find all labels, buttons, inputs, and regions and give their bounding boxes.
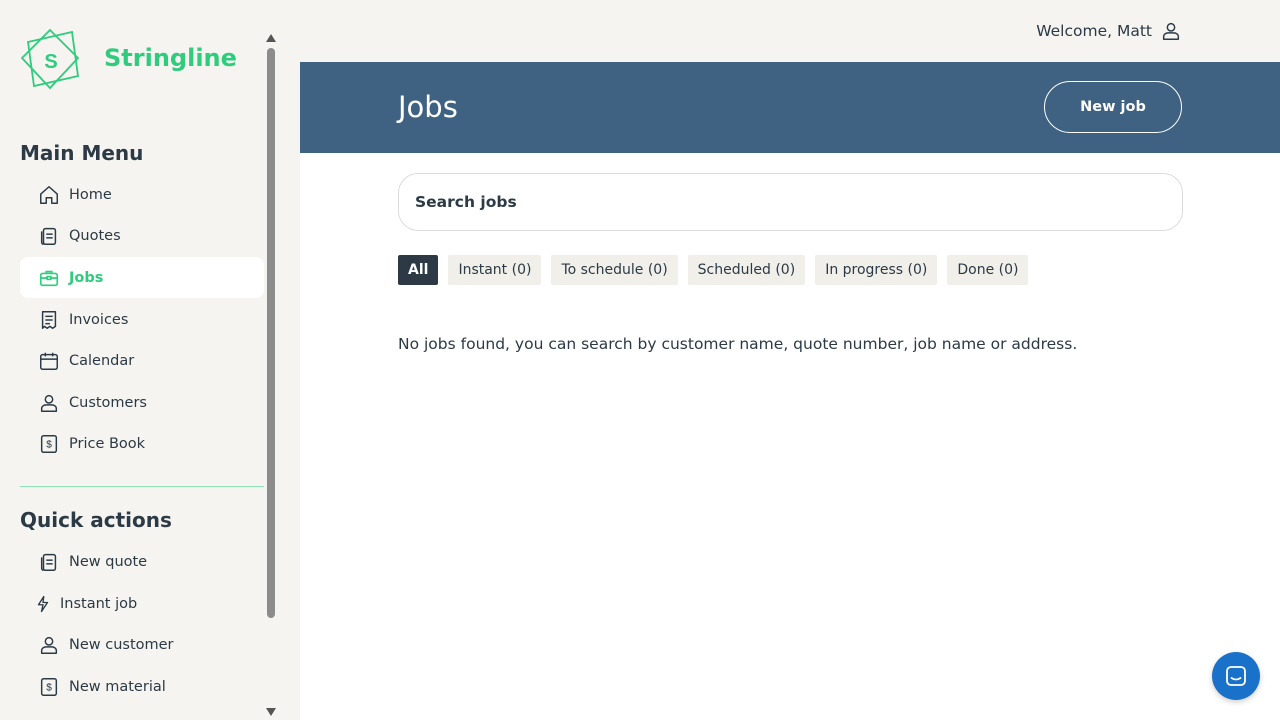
new-job-button[interactable]: New job bbox=[1044, 81, 1182, 133]
quotes-icon bbox=[38, 225, 60, 247]
sidebar-scrollbar[interactable] bbox=[265, 32, 277, 720]
tab-in-progress[interactable]: In progress (0) bbox=[815, 255, 938, 285]
sidebar: S Stringline Main Menu Home Quotes Jobs … bbox=[0, 0, 300, 720]
sidebar-divider bbox=[20, 486, 264, 487]
svg-text:$: $ bbox=[46, 682, 52, 693]
jobs-icon bbox=[38, 267, 60, 289]
sidebar-item-quotes[interactable]: Quotes bbox=[20, 215, 264, 256]
page-title: Jobs bbox=[398, 90, 458, 124]
logo[interactable]: S Stringline bbox=[20, 28, 237, 92]
sidebar-item-label: Customers bbox=[69, 394, 147, 411]
scroll-up-arrow-icon[interactable] bbox=[266, 34, 276, 42]
quick-actions-title: Quick actions bbox=[20, 508, 172, 532]
job-filter-tabs: All Instant (0) To schedule (0) Schedule… bbox=[398, 255, 1029, 285]
customers-icon bbox=[38, 392, 60, 414]
quick-action-label: New quote bbox=[69, 553, 148, 570]
new-quote-icon bbox=[38, 551, 60, 573]
scroll-down-arrow-icon[interactable] bbox=[266, 708, 276, 716]
svg-text:$: $ bbox=[46, 439, 52, 450]
sidebar-item-jobs[interactable]: Jobs bbox=[20, 257, 264, 298]
quick-action-new-customer[interactable]: New customer bbox=[20, 624, 264, 665]
price-book-icon: $ bbox=[38, 433, 60, 455]
sidebar-item-invoices[interactable]: Invoices bbox=[20, 299, 264, 340]
top-bar: Welcome, Matt bbox=[300, 0, 1280, 62]
tab-all[interactable]: All bbox=[398, 255, 439, 285]
new-material-icon: $ bbox=[38, 676, 60, 698]
tab-instant[interactable]: Instant (0) bbox=[448, 255, 542, 285]
tab-to-schedule[interactable]: To schedule (0) bbox=[551, 255, 678, 285]
sidebar-item-label: Jobs bbox=[69, 269, 104, 286]
sidebar-item-calendar[interactable]: Calendar bbox=[20, 340, 264, 381]
sidebar-item-label: Quotes bbox=[69, 227, 121, 244]
home-icon bbox=[38, 184, 60, 206]
sidebar-item-label: Home bbox=[69, 186, 112, 203]
tab-scheduled[interactable]: Scheduled (0) bbox=[687, 255, 806, 285]
quick-action-new-material[interactable]: $ New material bbox=[20, 666, 264, 707]
empty-state-message: No jobs found, you can search by custome… bbox=[398, 335, 1078, 353]
main-menu-title: Main Menu bbox=[20, 141, 144, 165]
logo-text: Stringline bbox=[104, 44, 237, 72]
quick-action-label: New customer bbox=[69, 636, 174, 653]
new-customer-icon bbox=[38, 634, 60, 656]
user-icon[interactable] bbox=[1160, 20, 1182, 42]
logo-letter: S bbox=[44, 51, 57, 73]
quick-action-label: New material bbox=[69, 678, 166, 695]
stringline-logo-icon: S bbox=[20, 28, 80, 90]
quick-action-label: Instant job bbox=[60, 595, 138, 612]
scrollbar-thumb[interactable] bbox=[267, 48, 275, 618]
tab-done[interactable]: Done (0) bbox=[947, 255, 1029, 285]
invoices-icon bbox=[38, 309, 60, 331]
chat-icon bbox=[1226, 666, 1246, 686]
search-input[interactable] bbox=[415, 193, 1182, 211]
search-box[interactable] bbox=[398, 173, 1183, 231]
chat-launcher-button[interactable] bbox=[1212, 652, 1260, 700]
quick-action-instant-job[interactable]: Instant job bbox=[20, 583, 264, 624]
lightning-icon bbox=[34, 593, 52, 615]
welcome-text: Welcome, Matt bbox=[1036, 22, 1152, 40]
page-header: Jobs New job bbox=[300, 62, 1280, 153]
sidebar-item-home[interactable]: Home bbox=[20, 174, 264, 215]
sidebar-item-customers[interactable]: Customers bbox=[20, 382, 264, 423]
calendar-icon bbox=[38, 350, 60, 372]
sidebar-item-price-book[interactable]: $ Price Book bbox=[20, 423, 264, 464]
sidebar-item-label: Price Book bbox=[69, 435, 146, 452]
quick-action-new-quote[interactable]: New quote bbox=[20, 541, 264, 582]
user-menu[interactable]: Welcome, Matt bbox=[1036, 20, 1182, 42]
sidebar-item-label: Invoices bbox=[69, 311, 129, 328]
sidebar-item-label: Calendar bbox=[69, 352, 135, 369]
